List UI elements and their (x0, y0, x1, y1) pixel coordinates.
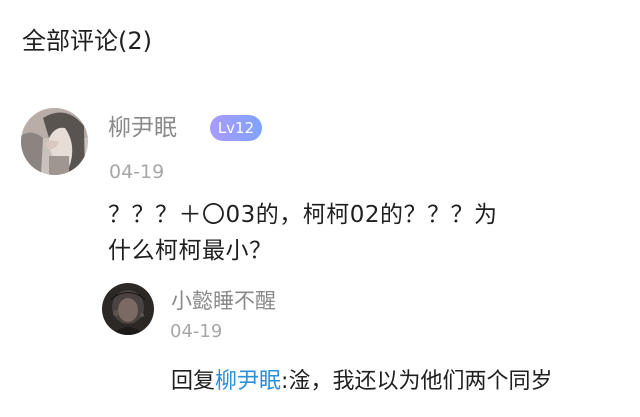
replier-username[interactable]: 小懿睡不醒 (171, 285, 276, 317)
comment-body-line-1: ？？？＋〇03的，柯柯02的？？？为 (108, 202, 498, 228)
reply-message: 淦，我还以为他们两个同岁 (288, 369, 553, 394)
avatar-photo-icon (21, 108, 88, 175)
reply-prefix: 回复 (171, 369, 216, 394)
reply-body: 回复柳尹眠:淦，我还以为他们两个同岁 (171, 365, 552, 399)
comments-section-title: 全部评论(2) (22, 27, 152, 55)
commenter-avatar[interactable] (21, 108, 88, 175)
replier-avatar[interactable] (102, 283, 154, 335)
comment-body: ？？？＋〇03的，柯柯02的？？？为 什么柯柯最小？ (108, 197, 608, 269)
avatar-photo-icon (102, 283, 154, 335)
reply-date: 04-19 (170, 321, 223, 342)
reply-mention-link[interactable]: 柳尹眠 (215, 369, 281, 394)
comment-date: 04-19 (109, 161, 165, 183)
comment-body-line-2: 什么柯柯最小？ (108, 238, 273, 264)
user-level-badge: Lv12 (210, 115, 262, 141)
commenter-username[interactable]: 柳尹眠 (108, 111, 177, 145)
